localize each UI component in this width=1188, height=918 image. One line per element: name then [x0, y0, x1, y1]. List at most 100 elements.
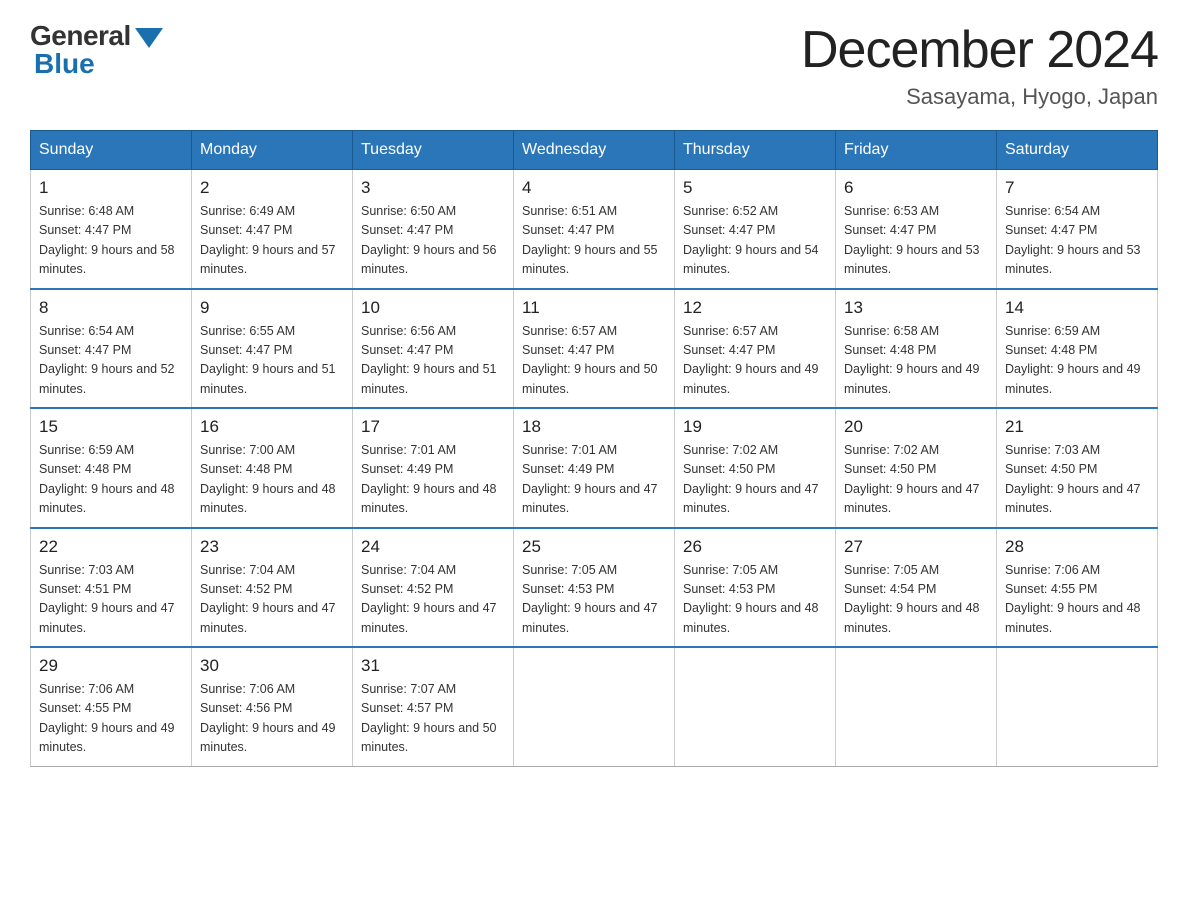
- day-info: Sunrise: 6:58 AMSunset: 4:48 PMDaylight:…: [844, 322, 988, 400]
- calendar-cell: 20 Sunrise: 7:02 AMSunset: 4:50 PMDayligh…: [836, 408, 997, 528]
- day-info: Sunrise: 6:49 AMSunset: 4:47 PMDaylight:…: [200, 202, 344, 280]
- calendar-cell: 21 Sunrise: 7:03 AMSunset: 4:50 PMDayligh…: [997, 408, 1158, 528]
- calendar-cell: 30 Sunrise: 7:06 AMSunset: 4:56 PMDayligh…: [192, 647, 353, 766]
- day-info: Sunrise: 6:53 AMSunset: 4:47 PMDaylight:…: [844, 202, 988, 280]
- calendar-cell: 18 Sunrise: 7:01 AMSunset: 4:49 PMDayligh…: [514, 408, 675, 528]
- day-info: Sunrise: 6:55 AMSunset: 4:47 PMDaylight:…: [200, 322, 344, 400]
- calendar-cell: 1 Sunrise: 6:48 AMSunset: 4:47 PMDaylight…: [31, 170, 192, 289]
- calendar-cell: 8 Sunrise: 6:54 AMSunset: 4:47 PMDaylight…: [31, 289, 192, 409]
- day-info: Sunrise: 7:06 AMSunset: 4:55 PMDaylight:…: [1005, 561, 1149, 639]
- calendar-cell: 9 Sunrise: 6:55 AMSunset: 4:47 PMDaylight…: [192, 289, 353, 409]
- logo-arrow-icon: [135, 28, 163, 48]
- day-number: 10: [361, 298, 505, 318]
- day-number: 17: [361, 417, 505, 437]
- weekday-header-friday: Friday: [836, 131, 997, 170]
- day-info: Sunrise: 7:00 AMSunset: 4:48 PMDaylight:…: [200, 441, 344, 519]
- page-header: General Blue December 2024 Sasayama, Hyo…: [30, 20, 1158, 110]
- day-number: 26: [683, 537, 827, 557]
- calendar-cell: 29 Sunrise: 7:06 AMSunset: 4:55 PMDayligh…: [31, 647, 192, 766]
- calendar-cell: [997, 647, 1158, 766]
- calendar-week-row: 8 Sunrise: 6:54 AMSunset: 4:47 PMDaylight…: [31, 289, 1158, 409]
- calendar-cell: 14Sunrise: 6:59 AMSunset: 4:48 PMDayligh…: [997, 289, 1158, 409]
- day-number: 19: [683, 417, 827, 437]
- day-info: Sunrise: 7:05 AMSunset: 4:53 PMDaylight:…: [683, 561, 827, 639]
- calendar-week-row: 15 Sunrise: 6:59 AMSunset: 4:48 PMDayligh…: [31, 408, 1158, 528]
- day-number: 2: [200, 178, 344, 198]
- calendar-cell: 3 Sunrise: 6:50 AMSunset: 4:47 PMDaylight…: [353, 170, 514, 289]
- calendar-cell: 2 Sunrise: 6:49 AMSunset: 4:47 PMDaylight…: [192, 170, 353, 289]
- calendar-cell: [514, 647, 675, 766]
- day-number: 22: [39, 537, 183, 557]
- day-number: 21: [1005, 417, 1149, 437]
- calendar-cell: 23 Sunrise: 7:04 AMSunset: 4:52 PMDayligh…: [192, 528, 353, 648]
- calendar-table: SundayMondayTuesdayWednesdayThursdayFrid…: [30, 130, 1158, 767]
- weekday-header-row: SundayMondayTuesdayWednesdayThursdayFrid…: [31, 131, 1158, 170]
- day-number: 25: [522, 537, 666, 557]
- day-number: 5: [683, 178, 827, 198]
- calendar-cell: 17 Sunrise: 7:01 AMSunset: 4:49 PMDayligh…: [353, 408, 514, 528]
- calendar-cell: 13 Sunrise: 6:58 AMSunset: 4:48 PMDayligh…: [836, 289, 997, 409]
- day-number: 16: [200, 417, 344, 437]
- title-area: December 2024 Sasayama, Hyogo, Japan: [801, 20, 1158, 110]
- calendar-cell: 19Sunrise: 7:02 AMSunset: 4:50 PMDayligh…: [675, 408, 836, 528]
- month-title: December 2024: [801, 20, 1158, 80]
- day-info: Sunrise: 6:50 AMSunset: 4:47 PMDaylight:…: [361, 202, 505, 280]
- calendar-week-row: 22Sunrise: 7:03 AMSunset: 4:51 PMDayligh…: [31, 528, 1158, 648]
- calendar-cell: [675, 647, 836, 766]
- calendar-cell: 10 Sunrise: 6:56 AMSunset: 4:47 PMDayligh…: [353, 289, 514, 409]
- day-info: Sunrise: 7:05 AMSunset: 4:53 PMDaylight:…: [522, 561, 666, 639]
- weekday-header-wednesday: Wednesday: [514, 131, 675, 170]
- day-number: 8: [39, 298, 183, 318]
- calendar-cell: 24 Sunrise: 7:04 AMSunset: 4:52 PMDayligh…: [353, 528, 514, 648]
- day-number: 9: [200, 298, 344, 318]
- weekday-header-saturday: Saturday: [997, 131, 1158, 170]
- day-info: Sunrise: 6:59 AMSunset: 4:48 PMDaylight:…: [1005, 322, 1149, 400]
- calendar-week-row: 1 Sunrise: 6:48 AMSunset: 4:47 PMDaylight…: [31, 170, 1158, 289]
- day-number: 7: [1005, 178, 1149, 198]
- day-number: 1: [39, 178, 183, 198]
- weekday-header-monday: Monday: [192, 131, 353, 170]
- day-info: Sunrise: 6:56 AMSunset: 4:47 PMDaylight:…: [361, 322, 505, 400]
- logo: General Blue: [30, 20, 163, 80]
- day-number: 29: [39, 656, 183, 676]
- day-number: 15: [39, 417, 183, 437]
- day-number: 28: [1005, 537, 1149, 557]
- logo-blue-text: Blue: [30, 48, 95, 80]
- day-info: Sunrise: 7:03 AMSunset: 4:50 PMDaylight:…: [1005, 441, 1149, 519]
- calendar-cell: 5 Sunrise: 6:52 AMSunset: 4:47 PMDaylight…: [675, 170, 836, 289]
- day-info: Sunrise: 6:48 AMSunset: 4:47 PMDaylight:…: [39, 202, 183, 280]
- calendar-week-row: 29 Sunrise: 7:06 AMSunset: 4:55 PMDayligh…: [31, 647, 1158, 766]
- calendar-cell: 15 Sunrise: 6:59 AMSunset: 4:48 PMDayligh…: [31, 408, 192, 528]
- day-info: Sunrise: 7:06 AMSunset: 4:56 PMDaylight:…: [200, 680, 344, 758]
- day-info: Sunrise: 7:04 AMSunset: 4:52 PMDaylight:…: [361, 561, 505, 639]
- calendar-cell: 27Sunrise: 7:05 AMSunset: 4:54 PMDayligh…: [836, 528, 997, 648]
- calendar-cell: 25 Sunrise: 7:05 AMSunset: 4:53 PMDayligh…: [514, 528, 675, 648]
- calendar-cell: 6 Sunrise: 6:53 AMSunset: 4:47 PMDaylight…: [836, 170, 997, 289]
- calendar-cell: 16 Sunrise: 7:00 AMSunset: 4:48 PMDayligh…: [192, 408, 353, 528]
- day-number: 23: [200, 537, 344, 557]
- calendar-cell: 22Sunrise: 7:03 AMSunset: 4:51 PMDayligh…: [31, 528, 192, 648]
- day-number: 13: [844, 298, 988, 318]
- day-info: Sunrise: 6:54 AMSunset: 4:47 PMDaylight:…: [39, 322, 183, 400]
- day-info: Sunrise: 7:02 AMSunset: 4:50 PMDaylight:…: [844, 441, 988, 519]
- calendar-cell: 4Sunrise: 6:51 AMSunset: 4:47 PMDaylight…: [514, 170, 675, 289]
- day-info: Sunrise: 7:01 AMSunset: 4:49 PMDaylight:…: [522, 441, 666, 519]
- day-number: 20: [844, 417, 988, 437]
- day-number: 6: [844, 178, 988, 198]
- calendar-cell: 31Sunrise: 7:07 AMSunset: 4:57 PMDayligh…: [353, 647, 514, 766]
- day-info: Sunrise: 6:54 AMSunset: 4:47 PMDaylight:…: [1005, 202, 1149, 280]
- day-info: Sunrise: 6:51 AMSunset: 4:47 PMDaylight:…: [522, 202, 666, 280]
- weekday-header-tuesday: Tuesday: [353, 131, 514, 170]
- day-info: Sunrise: 6:59 AMSunset: 4:48 PMDaylight:…: [39, 441, 183, 519]
- weekday-header-sunday: Sunday: [31, 131, 192, 170]
- day-number: 30: [200, 656, 344, 676]
- day-number: 24: [361, 537, 505, 557]
- day-info: Sunrise: 6:52 AMSunset: 4:47 PMDaylight:…: [683, 202, 827, 280]
- day-number: 3: [361, 178, 505, 198]
- day-info: Sunrise: 7:01 AMSunset: 4:49 PMDaylight:…: [361, 441, 505, 519]
- day-number: 18: [522, 417, 666, 437]
- day-info: Sunrise: 7:06 AMSunset: 4:55 PMDaylight:…: [39, 680, 183, 758]
- day-number: 31: [361, 656, 505, 676]
- day-info: Sunrise: 6:57 AMSunset: 4:47 PMDaylight:…: [683, 322, 827, 400]
- day-info: Sunrise: 7:04 AMSunset: 4:52 PMDaylight:…: [200, 561, 344, 639]
